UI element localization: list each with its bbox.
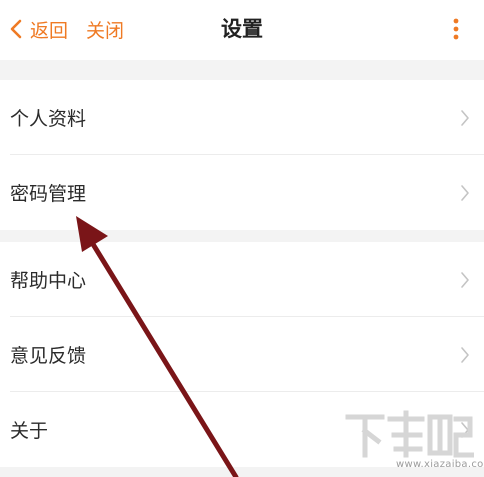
more-options-button[interactable]	[446, 14, 466, 44]
chevron-right-icon	[461, 184, 469, 201]
settings-item-profile[interactable]: 个人资料	[0, 80, 484, 155]
settings-item-password[interactable]: 密码管理	[0, 155, 484, 230]
chevron-right-icon	[461, 109, 469, 126]
back-button[interactable]: 返回	[10, 14, 68, 44]
page-title: 设置	[221, 17, 263, 41]
settings-item-about[interactable]: 关于	[0, 392, 484, 467]
more-vertical-icon	[453, 18, 459, 40]
settings-item-label: 关于	[10, 420, 49, 442]
settings-item-help[interactable]: 帮助中心	[0, 242, 484, 317]
settings-item-label: 密码管理	[10, 183, 87, 205]
settings-item-label: 个人资料	[10, 108, 87, 130]
settings-group-account: 个人资料 密码管理	[0, 80, 484, 230]
settings-item-label: 帮助中心	[10, 270, 87, 292]
settings-item-label: 意见反馈	[10, 345, 87, 367]
close-label: 关闭	[86, 19, 125, 42]
close-button[interactable]: 关闭	[86, 14, 124, 44]
chevron-right-icon	[461, 271, 469, 288]
navigation-bar: 返回 关闭 设置	[0, 0, 484, 60]
settings-item-feedback[interactable]: 意见反馈	[0, 317, 484, 392]
chevron-right-icon	[461, 421, 469, 438]
back-label: 返回	[30, 19, 69, 42]
chevron-right-icon	[461, 346, 469, 363]
chevron-left-icon	[10, 19, 22, 39]
settings-group-support: 帮助中心 意见反馈 关于	[0, 242, 484, 467]
